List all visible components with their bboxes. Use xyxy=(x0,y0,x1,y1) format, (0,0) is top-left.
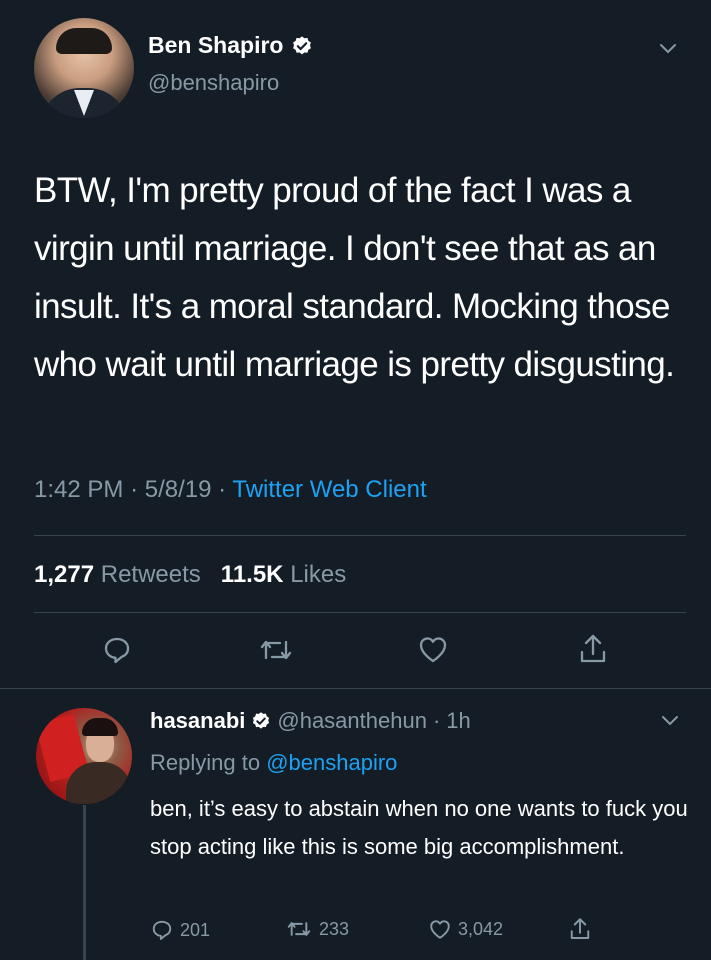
like-icon xyxy=(430,920,450,939)
display-name-row[interactable]: Ben Shapiro xyxy=(148,32,313,59)
divider xyxy=(34,535,686,536)
reply-icon xyxy=(152,920,172,940)
replying-to: Replying to @benshapiro xyxy=(150,750,397,776)
reply-action-like[interactable]: 3,042 xyxy=(428,918,503,940)
avatar-body xyxy=(66,762,132,804)
display-name[interactable]: Ben Shapiro xyxy=(148,32,283,59)
verified-badge-icon xyxy=(253,712,270,729)
retweet-stat[interactable]: 1,277 Retweets xyxy=(34,561,201,588)
reply-display-name[interactable]: hasanabi xyxy=(150,708,245,734)
tweet-text: BTW, I'm pretty proud of the fact I was … xyxy=(34,171,675,384)
replying-label: Replying to xyxy=(150,750,261,775)
retweet-icon xyxy=(287,922,311,936)
tweet-date[interactable]: 5/8/19 xyxy=(145,476,212,503)
tweet-source[interactable]: Twitter Web Client xyxy=(232,476,426,503)
meta-separator: · xyxy=(130,476,139,503)
tweet-time[interactable]: 1:42 PM xyxy=(34,476,123,503)
meta-separator: · xyxy=(432,708,441,733)
tweet-stats: 1,277 Retweets 11.5K Likes xyxy=(34,561,346,589)
share-icon[interactable] xyxy=(568,916,592,942)
avatar[interactable] xyxy=(34,18,134,118)
handle[interactable]: @benshapiro xyxy=(148,70,279,96)
retweet-count: 233 xyxy=(319,918,350,939)
like-count: 11.5K xyxy=(220,561,284,588)
like-icon[interactable] xyxy=(417,634,449,664)
reply-count: 201 xyxy=(180,919,211,940)
retweet-count: 1,277 xyxy=(34,561,95,588)
avatar[interactable] xyxy=(36,708,132,804)
chevron-down-icon[interactable] xyxy=(660,714,680,728)
retweet-label: Retweets xyxy=(100,561,201,588)
reply-text: ben, it’s easy to abstain when no one wa… xyxy=(150,796,688,859)
avatar-hair xyxy=(82,718,118,736)
share-icon[interactable] xyxy=(577,632,609,666)
replying-handle[interactable]: @benshapiro xyxy=(266,750,397,775)
meta-separator: · xyxy=(218,476,227,503)
section-divider xyxy=(0,688,711,689)
reply-action-retweet[interactable]: 233 xyxy=(285,918,349,940)
like-stat[interactable]: 11.5K Likes xyxy=(221,561,346,588)
reply-header: hasanabi @hasanthehun · 1h xyxy=(150,708,471,734)
divider xyxy=(34,612,686,613)
reply-time[interactable]: 1h xyxy=(446,708,470,734)
chevron-down-icon[interactable] xyxy=(658,42,678,56)
tweet-meta: 1:42 PM · 5/8/19 · Twitter Web Client xyxy=(34,476,427,504)
verified-badge-icon xyxy=(293,35,312,54)
thread-line xyxy=(83,805,86,960)
reply-action-reply[interactable]: 201 xyxy=(150,918,210,942)
avatar-hair xyxy=(56,28,112,54)
reply-icon[interactable] xyxy=(101,634,133,666)
like-label: Likes xyxy=(290,561,347,588)
like-count: 3,042 xyxy=(458,918,504,939)
retweet-icon[interactable] xyxy=(257,635,295,665)
reply-handle[interactable]: @hasanthehun xyxy=(277,708,427,734)
